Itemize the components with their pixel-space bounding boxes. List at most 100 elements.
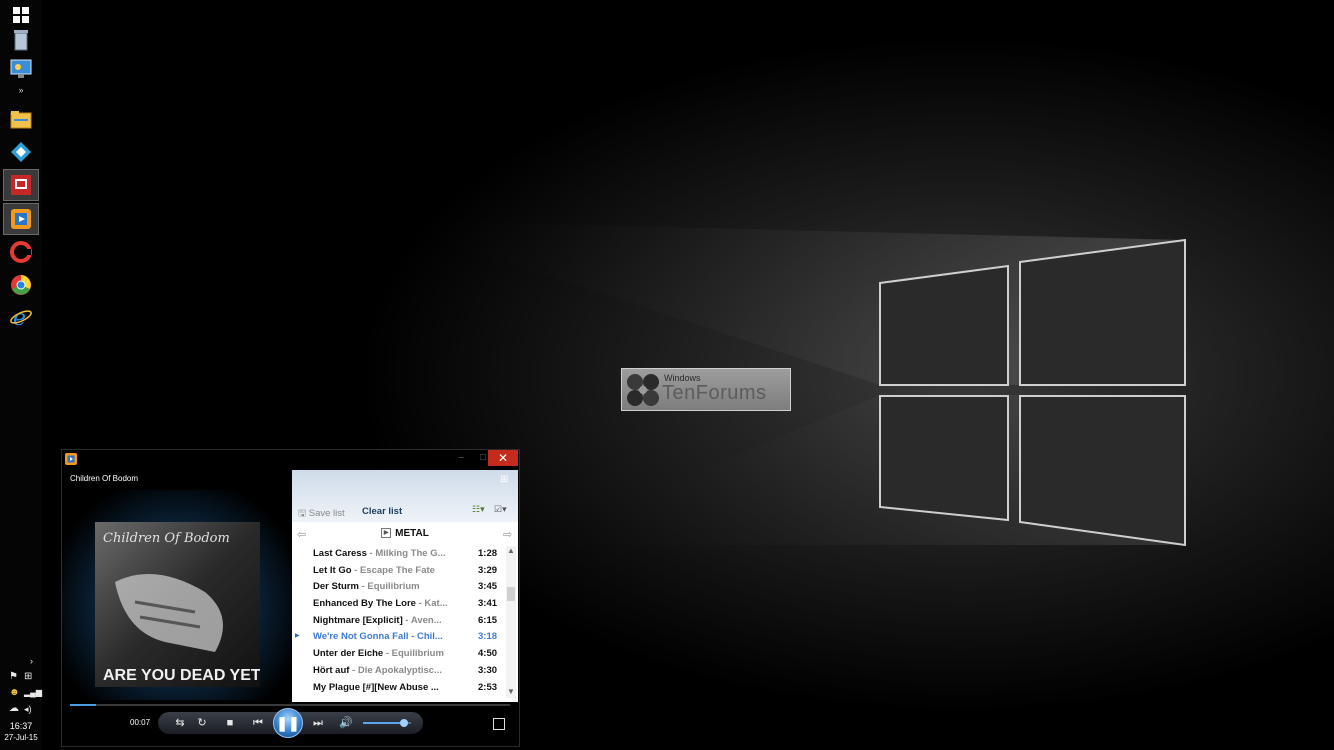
track-artist: - Kat... bbox=[415, 598, 448, 610]
track-title: Der Sturm bbox=[313, 581, 359, 593]
expand-icon[interactable]: » bbox=[4, 80, 38, 100]
elapsed-time: 00:07 bbox=[130, 718, 151, 727]
media-player-icon[interactable] bbox=[3, 203, 39, 235]
volume-thumb[interactable] bbox=[399, 719, 408, 727]
track-title: Enhanced By The Lore bbox=[313, 598, 416, 610]
track-list: Last Caress - Milking The G... 1:28 Let It… bbox=[292, 546, 506, 696]
clock-date[interactable]: 27-Jul-15 bbox=[0, 733, 42, 742]
kodi-icon[interactable] bbox=[4, 137, 38, 167]
track-row[interactable]: Nightmare [Explicit] - Aven... 6:15 bbox=[292, 613, 506, 630]
next-button[interactable]: ⏭ bbox=[308, 716, 328, 730]
track-artist: - Die Apokalyptisc... bbox=[349, 664, 442, 676]
track-name: Let It Go - Escape The Fate bbox=[313, 565, 458, 576]
view-switch-icon[interactable]: ⊞ bbox=[500, 474, 508, 485]
title-bar[interactable]: – □ ✕ bbox=[62, 450, 519, 468]
windows-tray-icon[interactable]: ⊞ bbox=[24, 672, 32, 682]
network-app-icon[interactable] bbox=[3, 169, 39, 201]
track-name: Enhanced By The Lore - Kat... bbox=[313, 598, 458, 609]
stop-button[interactable]: ■ bbox=[220, 716, 240, 730]
track-duration: 2:53 bbox=[478, 681, 498, 693]
track-title: Last Caress bbox=[313, 548, 367, 559]
player-app-icon bbox=[65, 453, 77, 465]
track-name: We're Not Gonna Fall - Chil... bbox=[313, 631, 458, 642]
clock-time[interactable]: 16:37 bbox=[0, 721, 42, 731]
volume-slider[interactable] bbox=[363, 719, 411, 727]
repeat-button[interactable]: ↻ bbox=[192, 716, 212, 730]
track-duration: 3:29 bbox=[478, 564, 498, 576]
save-list-button[interactable]: 🖫 Save list bbox=[298, 506, 345, 522]
track-title: My Plague [#][New Abuse ... bbox=[313, 681, 439, 693]
playlist-icon: ▶ bbox=[381, 528, 392, 539]
tenforums-watermark: Windows TenForums bbox=[621, 368, 791, 411]
tray-expand-icon[interactable]: › bbox=[30, 656, 33, 666]
track-row[interactable]: Hört auf - Die Apokalyptisc... 3:30 bbox=[292, 663, 506, 680]
track-artist: - Aven... bbox=[402, 614, 442, 626]
track-title: Unter der Eiche bbox=[313, 648, 384, 660]
track-duration: 3:30 bbox=[478, 664, 498, 676]
track-title: We're Not Gonna Fall bbox=[313, 631, 409, 643]
chrome-icon[interactable] bbox=[4, 270, 38, 300]
track-name: Nightmare [Explicit] - Aven... bbox=[313, 615, 458, 626]
track-artist: - Equilibrium bbox=[358, 581, 420, 593]
volume-level bbox=[363, 722, 404, 724]
ccleaner-icon[interactable] bbox=[4, 237, 38, 267]
close-button[interactable]: ✕ bbox=[488, 450, 518, 466]
track-title: Nightmare [Explicit] bbox=[313, 614, 403, 626]
album-art: Children Of Bodom ARE YOU DEAD YET? bbox=[95, 522, 260, 687]
clear-list-button[interactable]: Clear list bbox=[362, 506, 402, 517]
list-options-icon[interactable]: ☷▾ bbox=[472, 504, 485, 515]
track-artist: - Escape The Fate bbox=[351, 564, 435, 576]
previous-button[interactable]: ⏮ bbox=[248, 716, 268, 730]
track-name: Hört auf - Die Apokalyptisc... bbox=[313, 665, 458, 676]
mute-button[interactable]: 🔊 bbox=[336, 716, 356, 730]
track-name: Unter der Eiche - Equilibrium bbox=[313, 648, 458, 659]
track-row[interactable]: Unter der Eiche - Equilibrium 4:50 bbox=[292, 646, 506, 663]
track-row[interactable]: Last Caress - Milking The G... 1:28 bbox=[292, 546, 506, 563]
track-row[interactable]: My Plague [#][New Abuse ... 2:53 bbox=[292, 680, 506, 697]
svg-text:e: e bbox=[13, 306, 26, 328]
file-explorer-icon[interactable] bbox=[4, 104, 38, 134]
taskbar: » e › ⚑ ⊞ ☻ ▂▄▆ ☁ ◂) 16:37 27-Jul-15 bbox=[0, 0, 42, 750]
clover-logo-icon bbox=[627, 374, 659, 406]
playlist-title[interactable]: ▶ METAL bbox=[292, 528, 518, 539]
list-actions-icon[interactable]: ☑▾ bbox=[494, 504, 507, 515]
switch-to-library-button[interactable] bbox=[493, 718, 505, 730]
play-pause-button[interactable]: ❚❚ bbox=[273, 708, 303, 738]
track-duration: 1:28 bbox=[478, 548, 498, 559]
track-title: Let It Go bbox=[313, 564, 352, 576]
cloud-tray-icon[interactable]: ☁ bbox=[9, 704, 19, 714]
album-band-text: Children Of Bodom bbox=[103, 531, 230, 546]
emoji-tray-icon[interactable]: ☻ bbox=[9, 688, 20, 698]
track-name: Der Sturm - Equilibrium bbox=[313, 581, 458, 592]
scroll-up-icon[interactable]: ▲ bbox=[507, 546, 515, 555]
track-row[interactable]: ▶ We're Not Gonna Fall - Chil... 3:18 bbox=[292, 629, 506, 646]
save-list-label: Save list bbox=[308, 508, 345, 519]
track-duration: 6:15 bbox=[478, 614, 498, 626]
track-row[interactable]: Let It Go - Escape The Fate 3:29 bbox=[292, 563, 506, 580]
track-duration: 3:45 bbox=[478, 581, 498, 593]
track-artist: - Milking The G... bbox=[366, 548, 446, 559]
media-player-window: – □ ✕ Children Of Bodom Children Of Bodo… bbox=[61, 449, 520, 747]
track-artist: - Chil... bbox=[408, 631, 443, 643]
album-title-text: ARE YOU DEAD YET? bbox=[103, 667, 260, 684]
seek-progress bbox=[70, 704, 97, 706]
minimize-button[interactable]: – bbox=[450, 450, 472, 466]
forward-arrow-icon[interactable]: ⇨ bbox=[503, 528, 512, 541]
track-duration: 3:41 bbox=[478, 598, 498, 610]
scroll-down-icon[interactable]: ▼ bbox=[507, 687, 515, 696]
seek-bar[interactable] bbox=[70, 704, 510, 706]
track-row[interactable]: Enhanced By The Lore - Kat... 3:41 bbox=[292, 596, 506, 613]
track-row[interactable]: Der Sturm - Equilibrium 3:45 bbox=[292, 579, 506, 596]
network-signal-icon[interactable]: ▂▄▆ bbox=[24, 688, 42, 698]
action-center-flag-icon[interactable]: ⚑ bbox=[9, 672, 18, 682]
playlist-scrollbar[interactable]: ▲ ▼ bbox=[506, 546, 516, 698]
shuffle-button[interactable]: ⇆ bbox=[170, 716, 190, 730]
recycle-bin-icon[interactable] bbox=[4, 25, 38, 55]
now-playing-marker-icon: ▶ bbox=[295, 633, 300, 640]
track-artist: - Equilibrium bbox=[383, 648, 444, 660]
volume-tray-icon[interactable]: ◂) bbox=[24, 704, 32, 714]
playlist-header: ⊞ 🖫 Save list Clear list ☷▾ ☑▾ bbox=[292, 470, 518, 522]
track-title: Hört auf bbox=[313, 664, 350, 676]
internet-explorer-icon[interactable]: e bbox=[4, 302, 38, 332]
scroll-thumb[interactable] bbox=[507, 587, 515, 601]
